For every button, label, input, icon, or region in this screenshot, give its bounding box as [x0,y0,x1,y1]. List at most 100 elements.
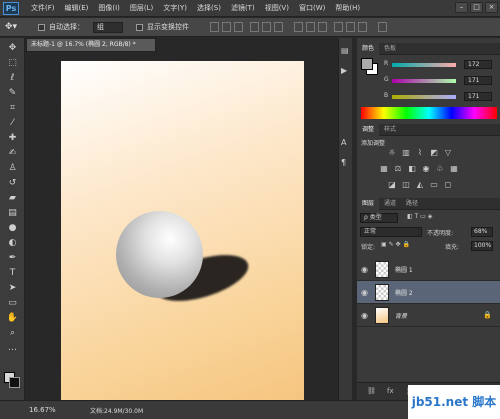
distribute-bottom-icon[interactable] [318,22,327,32]
align-vcenter-icon[interactable] [222,22,231,32]
channel-b-slider[interactable] [392,95,456,99]
layer-kind-filter[interactable]: ρ 类型 [360,213,398,223]
zoom-icon[interactable]: ⌕ [6,327,19,340]
lookup-icon[interactable]: ▦ [449,164,459,174]
blend-mode-select[interactable]: 正常 [360,227,422,237]
blur-icon[interactable]: ● [6,222,19,235]
distribute-right-icon[interactable] [358,22,367,32]
history-icon[interactable]: ▤ [341,46,349,55]
lasso-icon[interactable]: ℓ [6,72,19,85]
sphere[interactable] [116,211,203,298]
align-left-icon[interactable] [250,22,259,32]
fx-icon[interactable]: fx [387,387,394,395]
doc-info[interactable]: 文档:24.9M/30.0M [90,406,143,415]
channel-g-value[interactable]: 171 [464,76,492,85]
distribute-vcenter-icon[interactable] [306,22,315,32]
filter-icons[interactable]: ◧ T ▭ ◈ [407,213,432,220]
align-top-icon[interactable] [210,22,219,32]
hue-icon[interactable]: ▦ [379,164,389,174]
move-icon[interactable]: ✥ [6,42,19,55]
fg-swatch[interactable] [361,58,373,70]
exposure-icon[interactable]: ◩ [429,148,439,158]
close-icon[interactable]: × [485,2,498,13]
menu-help[interactable]: 帮助(H) [330,0,365,17]
menu-view[interactable]: 视图(V) [260,0,294,17]
channel-g-slider[interactable] [392,79,456,83]
gradient-map-icon[interactable]: ▭ [429,180,439,190]
align-hcenter-icon[interactable] [262,22,271,32]
channel-r-value[interactable]: 172 [464,60,492,69]
align-right-icon[interactable] [274,22,283,32]
eyedropper-icon[interactable]: ⁄ [6,117,19,130]
dodge-icon[interactable]: ◐ [6,237,19,250]
crop-icon[interactable]: ⌗ [6,102,19,115]
tab-channels[interactable]: 通道 [379,198,401,210]
distribute-left-icon[interactable] [334,22,343,32]
menu-filter[interactable]: 滤镜(T) [226,0,260,17]
fill-input[interactable]: 100% [471,241,493,251]
threshold-icon[interactable]: ◭ [415,180,425,190]
menu-select[interactable]: 选择(S) [192,0,226,17]
vibrance-icon[interactable]: ▽ [443,148,453,158]
canvas-area[interactable] [26,53,352,400]
layer-row[interactable]: ◉ 椭圆 1 [357,258,500,281]
menu-layer[interactable]: 图层(L) [125,0,158,17]
quick-select-icon[interactable]: ✎ [6,87,19,100]
channel-b-value[interactable]: 171 [464,92,492,101]
show-transform-checkbox[interactable] [136,24,143,31]
path-select-icon[interactable]: ➤ [6,282,19,295]
move-tool-icon[interactable]: ✥▾ [5,22,17,32]
link-icon[interactable]: ⛓ [367,387,376,395]
more-tools-icon[interactable]: … [6,342,19,355]
tab-styles[interactable]: 样式 [379,124,401,136]
gradient-icon[interactable]: ▤ [6,207,19,220]
brush-icon[interactable]: ✍ [6,147,19,160]
character-icon[interactable]: A [341,138,346,147]
menu-window[interactable]: 窗口(W) [294,0,330,17]
background-color[interactable] [9,377,20,388]
pen-icon[interactable]: ✒ [6,252,19,265]
color-spectrum[interactable] [361,107,497,119]
auto-align-icon[interactable] [378,22,387,32]
layer-name[interactable]: 背景 [395,311,407,320]
photo-filter-icon[interactable]: ◉ [421,164,431,174]
tab-swatches[interactable]: 色板 [379,43,401,55]
brightness-icon[interactable]: ☼ [387,148,397,158]
layer-name[interactable]: 椭圆 1 [395,265,413,274]
levels-icon[interactable]: ▥ [401,148,411,158]
stamp-icon[interactable]: ♙ [6,162,19,175]
channel-r-slider[interactable] [392,63,456,67]
auto-select-checkbox[interactable] [38,24,45,31]
healing-icon[interactable]: ✚ [6,132,19,145]
layer-name[interactable]: 椭圆 2 [395,288,413,297]
tab-layers[interactable]: 图层 [357,198,380,210]
lock-icons[interactable]: ▣ ✎ ✥ 🔒 [381,241,410,248]
bw-icon[interactable]: ◧ [407,164,417,174]
type-icon[interactable]: T [6,267,19,280]
channel-mixer-icon[interactable]: ♧ [435,164,445,174]
visibility-eye-icon[interactable]: ◉ [361,265,368,274]
marquee-icon[interactable]: ⬚ [6,57,19,70]
zoom-level[interactable]: 16.67% [29,406,56,414]
shape-icon[interactable]: ▭ [6,297,19,310]
tab-color[interactable]: 颜色 [357,43,380,55]
paragraph-icon[interactable]: ¶ [341,158,346,167]
document-tab[interactable]: 未标题-1 @ 16.7% (椭圆 2, RGB/8) * [26,38,156,52]
tab-paths[interactable]: 路径 [401,198,423,210]
layer-row-selected[interactable]: ◉ 椭圆 2 [357,281,500,304]
distribute-hcenter-icon[interactable] [346,22,355,32]
invert-icon[interactable]: ◪ [387,180,397,190]
posterize-icon[interactable]: ◫ [401,180,411,190]
menu-image[interactable]: 图像(I) [93,0,125,17]
tab-adjustments[interactable]: 调整 [357,124,380,136]
menu-edit[interactable]: 编辑(E) [60,0,94,17]
auto-select-dropdown[interactable]: 组 [93,22,123,33]
distribute-top-icon[interactable] [294,22,303,32]
minimize-icon[interactable]: – [455,2,468,13]
visibility-eye-icon[interactable]: ◉ [361,311,368,320]
menu-type[interactable]: 文字(Y) [158,0,192,17]
menu-file[interactable]: 文件(F) [26,0,60,17]
hand-icon[interactable]: ✋ [6,312,19,325]
history-brush-icon[interactable]: ↺ [6,177,19,190]
color-swatches[interactable] [4,372,20,388]
